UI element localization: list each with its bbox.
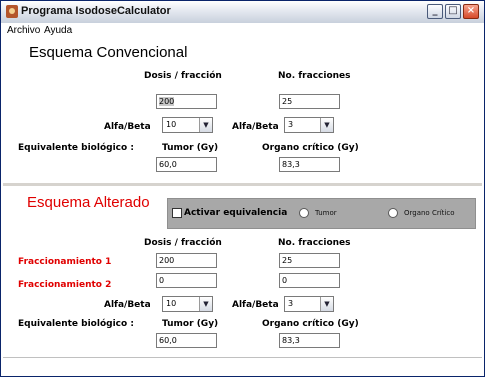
conventional-panel: Esquema Convencional Dosis / fracción No… (3, 39, 482, 183)
menu-bar: Archivo Ayuda (3, 24, 482, 38)
chevron-down-icon[interactable]: ▼ (320, 297, 333, 311)
equivalence-box: Activar equivalencia Tumor Organo Crític… (167, 198, 476, 229)
altered-equivalent-label: Equivalente biológico : (18, 319, 134, 329)
alfa-beta-tumor-value: 10 (166, 120, 177, 129)
window-title: Programa IsodoseCalculator (21, 5, 171, 17)
alfa-beta-label-organ: Alfa/Beta (232, 122, 279, 132)
activate-checkbox[interactable] (172, 208, 182, 218)
menu-ayuda[interactable]: Ayuda (44, 25, 72, 36)
frac2-fractions-input[interactable]: 0 (279, 273, 340, 288)
organ-result-field[interactable]: 83,3 (279, 157, 340, 172)
fractionation-1-label: Fraccionamiento 1 (18, 257, 112, 267)
activate-label: Activar equivalencia (184, 208, 288, 218)
status-strip (3, 358, 482, 376)
organ-label: Organo crítico (Gy) (262, 143, 359, 153)
dose-input[interactable]: 200 (156, 94, 217, 109)
altered-panel-inner: Esquema Alterado Activar equivalencia Tu… (3, 186, 482, 358)
altered-alfa-beta-tumor-value: 10 (166, 299, 177, 308)
altered-organ-label: Organo crítico (Gy) (262, 319, 359, 329)
frac1-dose-input[interactable]: 200 (156, 253, 217, 268)
close-button[interactable]: × (463, 4, 479, 19)
alfa-beta-label-tumor: Alfa/Beta (104, 122, 151, 132)
frac2-dose-input[interactable]: 0 (156, 273, 217, 288)
alfa-beta-organ-value: 3 (288, 120, 294, 129)
alfa-beta-tumor-select[interactable]: 10 ▼ (162, 117, 213, 133)
chevron-down-icon[interactable]: ▼ (320, 118, 333, 132)
altered-dose-label: Dosis / fracción (144, 238, 222, 248)
equivalent-label: Equivalente biológico : (18, 143, 134, 153)
altered-alfa-beta-label-tumor: Alfa/Beta (104, 300, 151, 310)
fractions-label: No. fracciones (278, 71, 351, 81)
menu-archivo[interactable]: Archivo (7, 25, 40, 36)
dose-label: Dosis / fracción (144, 71, 222, 81)
altered-tumor-label: Tumor (Gy) (162, 319, 219, 329)
altered-alfa-beta-organ-select[interactable]: 3 ▼ (284, 296, 334, 312)
alfa-beta-organ-select[interactable]: 3 ▼ (284, 117, 334, 133)
frac1-fractions-input[interactable]: 25 (279, 253, 340, 268)
radio-tumor[interactable] (299, 208, 309, 218)
altered-tumor-result-field[interactable]: 60,0 (156, 333, 217, 348)
radio-organ[interactable] (388, 208, 398, 218)
fractions-input[interactable]: 25 (279, 94, 340, 109)
tumor-label: Tumor (Gy) (162, 143, 219, 153)
altered-panel: Esquema Alterado Activar equivalencia Tu… (3, 183, 482, 376)
chevron-down-icon[interactable]: ▼ (199, 297, 212, 311)
conventional-title: Esquema Convencional (29, 44, 188, 61)
app-icon[interactable] (6, 5, 18, 18)
title-bar[interactable]: Programa IsodoseCalculator _ □ × (1, 1, 484, 23)
maximize-button[interactable]: □ (445, 4, 461, 19)
fractionation-2-label: Fraccionamiento 2 (18, 280, 112, 290)
minimize-button[interactable]: _ (427, 4, 443, 19)
altered-alfa-beta-organ-value: 3 (288, 299, 294, 308)
radio-tumor-label: Tumor (315, 209, 337, 217)
radio-organ-label: Organo Crítico (404, 209, 455, 217)
altered-fractions-label: No. fracciones (278, 238, 351, 248)
tumor-result-field[interactable]: 60,0 (156, 157, 217, 172)
altered-title: Esquema Alterado (27, 194, 150, 211)
altered-alfa-beta-tumor-select[interactable]: 10 ▼ (162, 296, 213, 312)
chevron-down-icon[interactable]: ▼ (199, 118, 212, 132)
main-window: Programa IsodoseCalculator _ □ × Archivo… (0, 0, 485, 377)
altered-organ-result-field[interactable]: 83,3 (279, 333, 340, 348)
altered-alfa-beta-label-organ: Alfa/Beta (232, 300, 279, 310)
